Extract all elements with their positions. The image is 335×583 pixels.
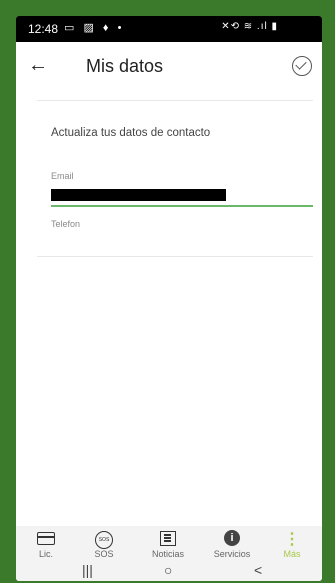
news-icon [160,531,176,546]
confirm-check-icon[interactable] [292,56,312,76]
nav-label-sos: SOS [94,549,114,559]
nav-label-noticias: Noticias [151,549,184,559]
back-arrow-icon[interactable]: ← [28,54,48,77]
home-button[interactable]: ○ [164,562,172,578]
recents-button[interactable]: ||| [82,562,93,578]
nav-label-mas: Más [283,549,301,559]
more-vertical-icon: ⋮ [284,531,300,548]
nav-item-noticias[interactable]: Noticias [138,526,198,559]
nav-item-lic[interactable]: Lic. [16,526,76,559]
nav-item-sos[interactable]: SOS SOS [74,526,134,559]
nav-item-mas[interactable]: ⋮ Más [262,526,322,559]
form-title: Actualiza tus datos de contacto [51,127,211,139]
status-time: 12:48 [28,22,59,36]
contact-form-card: Actualiza tus datos de contacto Email Te… [37,100,313,257]
email-field-redacted-value[interactable] [51,189,226,201]
system-status-icons: ✕⟲ ≋ .ıl ▮ [221,21,278,32]
email-label: Email [51,171,74,181]
notification-icons: ▭ ▨ ♦ • [64,22,125,34]
system-back-button[interactable]: < [254,562,262,578]
status-bar: 12:48 ▭ ▨ ♦ • ✕⟲ ≋ .ıl ▮ [16,16,322,42]
app-bar: ← Mis datos [16,42,322,94]
bottom-navigation: Lic. SOS SOS Noticias i Servicios ⋮ Más [16,526,322,562]
email-field-underline [51,205,313,207]
page-title: Mis datos [86,56,164,76]
card-icon [37,532,55,545]
nav-label-lic: Lic. [38,549,53,559]
nav-label-servicios: Servicios [213,549,251,559]
system-navigation-bar: ||| ○ < [16,562,322,581]
nav-item-servicios[interactable]: i Servicios [202,526,262,559]
phone-field[interactable]: Telefon [51,219,80,229]
phone-screen: 12:48 ▭ ▨ ♦ • ✕⟲ ≋ .ıl ▮ ← Mis datos Act… [16,16,322,581]
sos-icon: SOS [95,531,113,549]
info-icon: i [224,530,240,546]
